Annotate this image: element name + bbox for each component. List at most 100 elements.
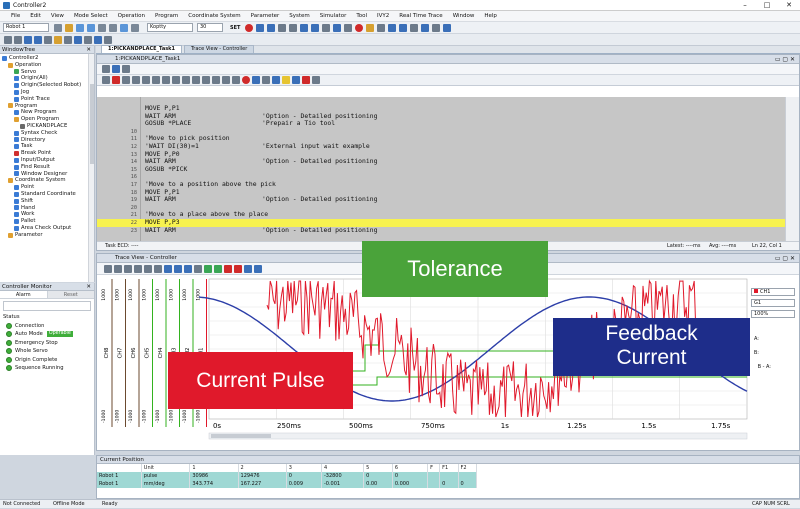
code-line[interactable]: 12 'WAIT DI(30)=1 'External input wait exa… [97,142,785,151]
tree-item[interactable]: Syntax Check [2,130,94,137]
zoom-icon[interactable] [174,264,182,273]
tree-item[interactable]: Jog [2,89,94,96]
tool-icon[interactable] [214,264,222,273]
maximize-icon[interactable]: □ [756,0,778,11]
menu-ivy2[interactable]: IVY2 [372,13,394,19]
zoom-icon[interactable] [184,264,192,273]
tool-icon[interactable] [44,35,52,44]
tool-icon[interactable] [202,76,210,84]
tool-icon[interactable] [333,23,342,32]
tool-icon[interactable] [54,23,62,32]
tree-item[interactable]: Task [2,143,94,150]
tool-icon[interactable] [252,76,260,84]
tool-icon[interactable] [114,264,122,273]
code-line[interactable]: 15 GOSUB *PICK [97,165,785,174]
tool-icon[interactable] [388,23,397,32]
tool-icon[interactable] [154,264,162,273]
code-line[interactable]: WAIT ARM 'Option - Detailed positioning [97,112,785,121]
tool-icon[interactable] [311,23,320,32]
window-controls-icon[interactable]: ▭ ▢ ✕ [775,254,795,263]
menu-program[interactable]: Program [150,13,183,19]
tool-icon[interactable] [432,23,441,32]
tree-item[interactable]: Input/Output [2,157,94,164]
code-line[interactable]: 18 MOVE P,P1 [97,188,785,197]
tree-item[interactable]: Shift [2,198,94,205]
tree-item[interactable]: Hand [2,205,94,212]
tool-icon[interactable] [64,35,72,44]
tree-item[interactable]: Origin(All) [2,75,94,82]
menu-operation[interactable]: Operation [113,13,150,19]
tool-icon[interactable] [134,264,142,273]
tool-icon[interactable] [162,76,170,84]
tool-icon[interactable] [112,65,120,73]
tool-icon[interactable] [122,65,130,73]
tool-icon[interactable] [104,35,112,44]
speed-value[interactable]: 30 [197,23,223,32]
tool-icon[interactable] [4,35,12,44]
code-line[interactable]: 23 WAIT ARM 'Option - Detailed positioning [97,226,785,235]
tool-icon[interactable] [131,23,139,32]
tool-icon[interactable] [87,23,95,32]
tool-icon[interactable] [74,35,82,44]
tree-item[interactable]: Point [2,184,94,191]
tree-item[interactable]: Coordinate System [2,177,94,184]
tab-trace-view[interactable]: Trace View - Controller [183,45,255,53]
tree-scrollbar[interactable] [88,54,94,282]
tool-icon[interactable] [267,23,276,32]
menu-coordinate-system[interactable]: Coordinate System [183,13,245,19]
tool-icon[interactable] [109,23,117,32]
menu-simulator[interactable]: Simulator [315,13,352,19]
tool-icon[interactable] [254,264,262,273]
menu-edit[interactable]: Edit [25,13,46,19]
tool-icon[interactable] [278,23,287,32]
table-row[interactable]: Robot 1 mm/deg 343.774 167.227 0.009 -0.001 0.… [97,480,477,488]
tool-icon[interactable] [366,23,375,32]
zoom-select[interactable]: 100% [751,310,795,318]
code-line[interactable]: 19 WAIT ARM 'Option - Detailed positioning [97,196,785,204]
tool-icon[interactable] [104,264,112,273]
tool-icon[interactable] [222,76,230,84]
tree-item[interactable]: Open Program [2,116,94,123]
tool-icon[interactable] [302,76,310,84]
tree-item[interactable]: Operation [2,62,94,69]
tree-item[interactable]: Origin(Selected Robot) [2,82,94,89]
breakpoint-icon[interactable] [242,76,250,84]
tool-icon[interactable] [172,76,180,84]
tool-icon[interactable] [421,23,430,32]
tool-icon[interactable] [54,35,62,44]
tree-item[interactable]: Parameter [2,232,94,239]
tool-icon[interactable] [262,76,270,84]
tool-icon[interactable] [355,23,364,32]
menu-real-time-trace[interactable]: Real Time Trace [394,13,447,19]
tree-item[interactable]: PICKANDPLACE [2,123,94,130]
close-icon[interactable]: ✕ [86,283,91,291]
tool-icon[interactable] [399,23,408,32]
editor-scrollbar[interactable] [785,97,799,242]
tree-item[interactable]: Window Designer [2,171,94,178]
tool-icon[interactable] [102,65,110,73]
tool-icon[interactable] [34,35,42,44]
tool-icon[interactable] [102,76,110,84]
tool-icon[interactable] [289,23,298,32]
tool-icon[interactable] [410,23,419,32]
tool-icon[interactable] [164,264,172,273]
speed-select[interactable]: Koptty [147,23,193,32]
tool-icon[interactable] [124,264,132,273]
tool-icon[interactable] [322,23,331,32]
tool-icon[interactable] [282,76,290,84]
tool-icon[interactable] [234,264,242,273]
tool-icon[interactable] [98,23,106,32]
channel-select[interactable]: CH1 [751,288,795,296]
tool-icon[interactable] [84,35,92,44]
tool-icon[interactable] [24,35,32,44]
tool-icon[interactable] [300,23,309,32]
tree-item[interactable]: Break Point [2,150,94,157]
tool-icon[interactable] [65,23,73,32]
tool-icon[interactable] [232,76,240,84]
tool-icon[interactable] [94,35,102,44]
tree-item[interactable]: Find Result [2,164,94,171]
robot-select[interactable]: Robot 1 [3,23,49,32]
window-controls-icon[interactable]: ▭ ▢ ✕ [775,55,795,64]
tool-icon[interactable] [212,76,220,84]
tool-icon[interactable] [292,76,300,84]
